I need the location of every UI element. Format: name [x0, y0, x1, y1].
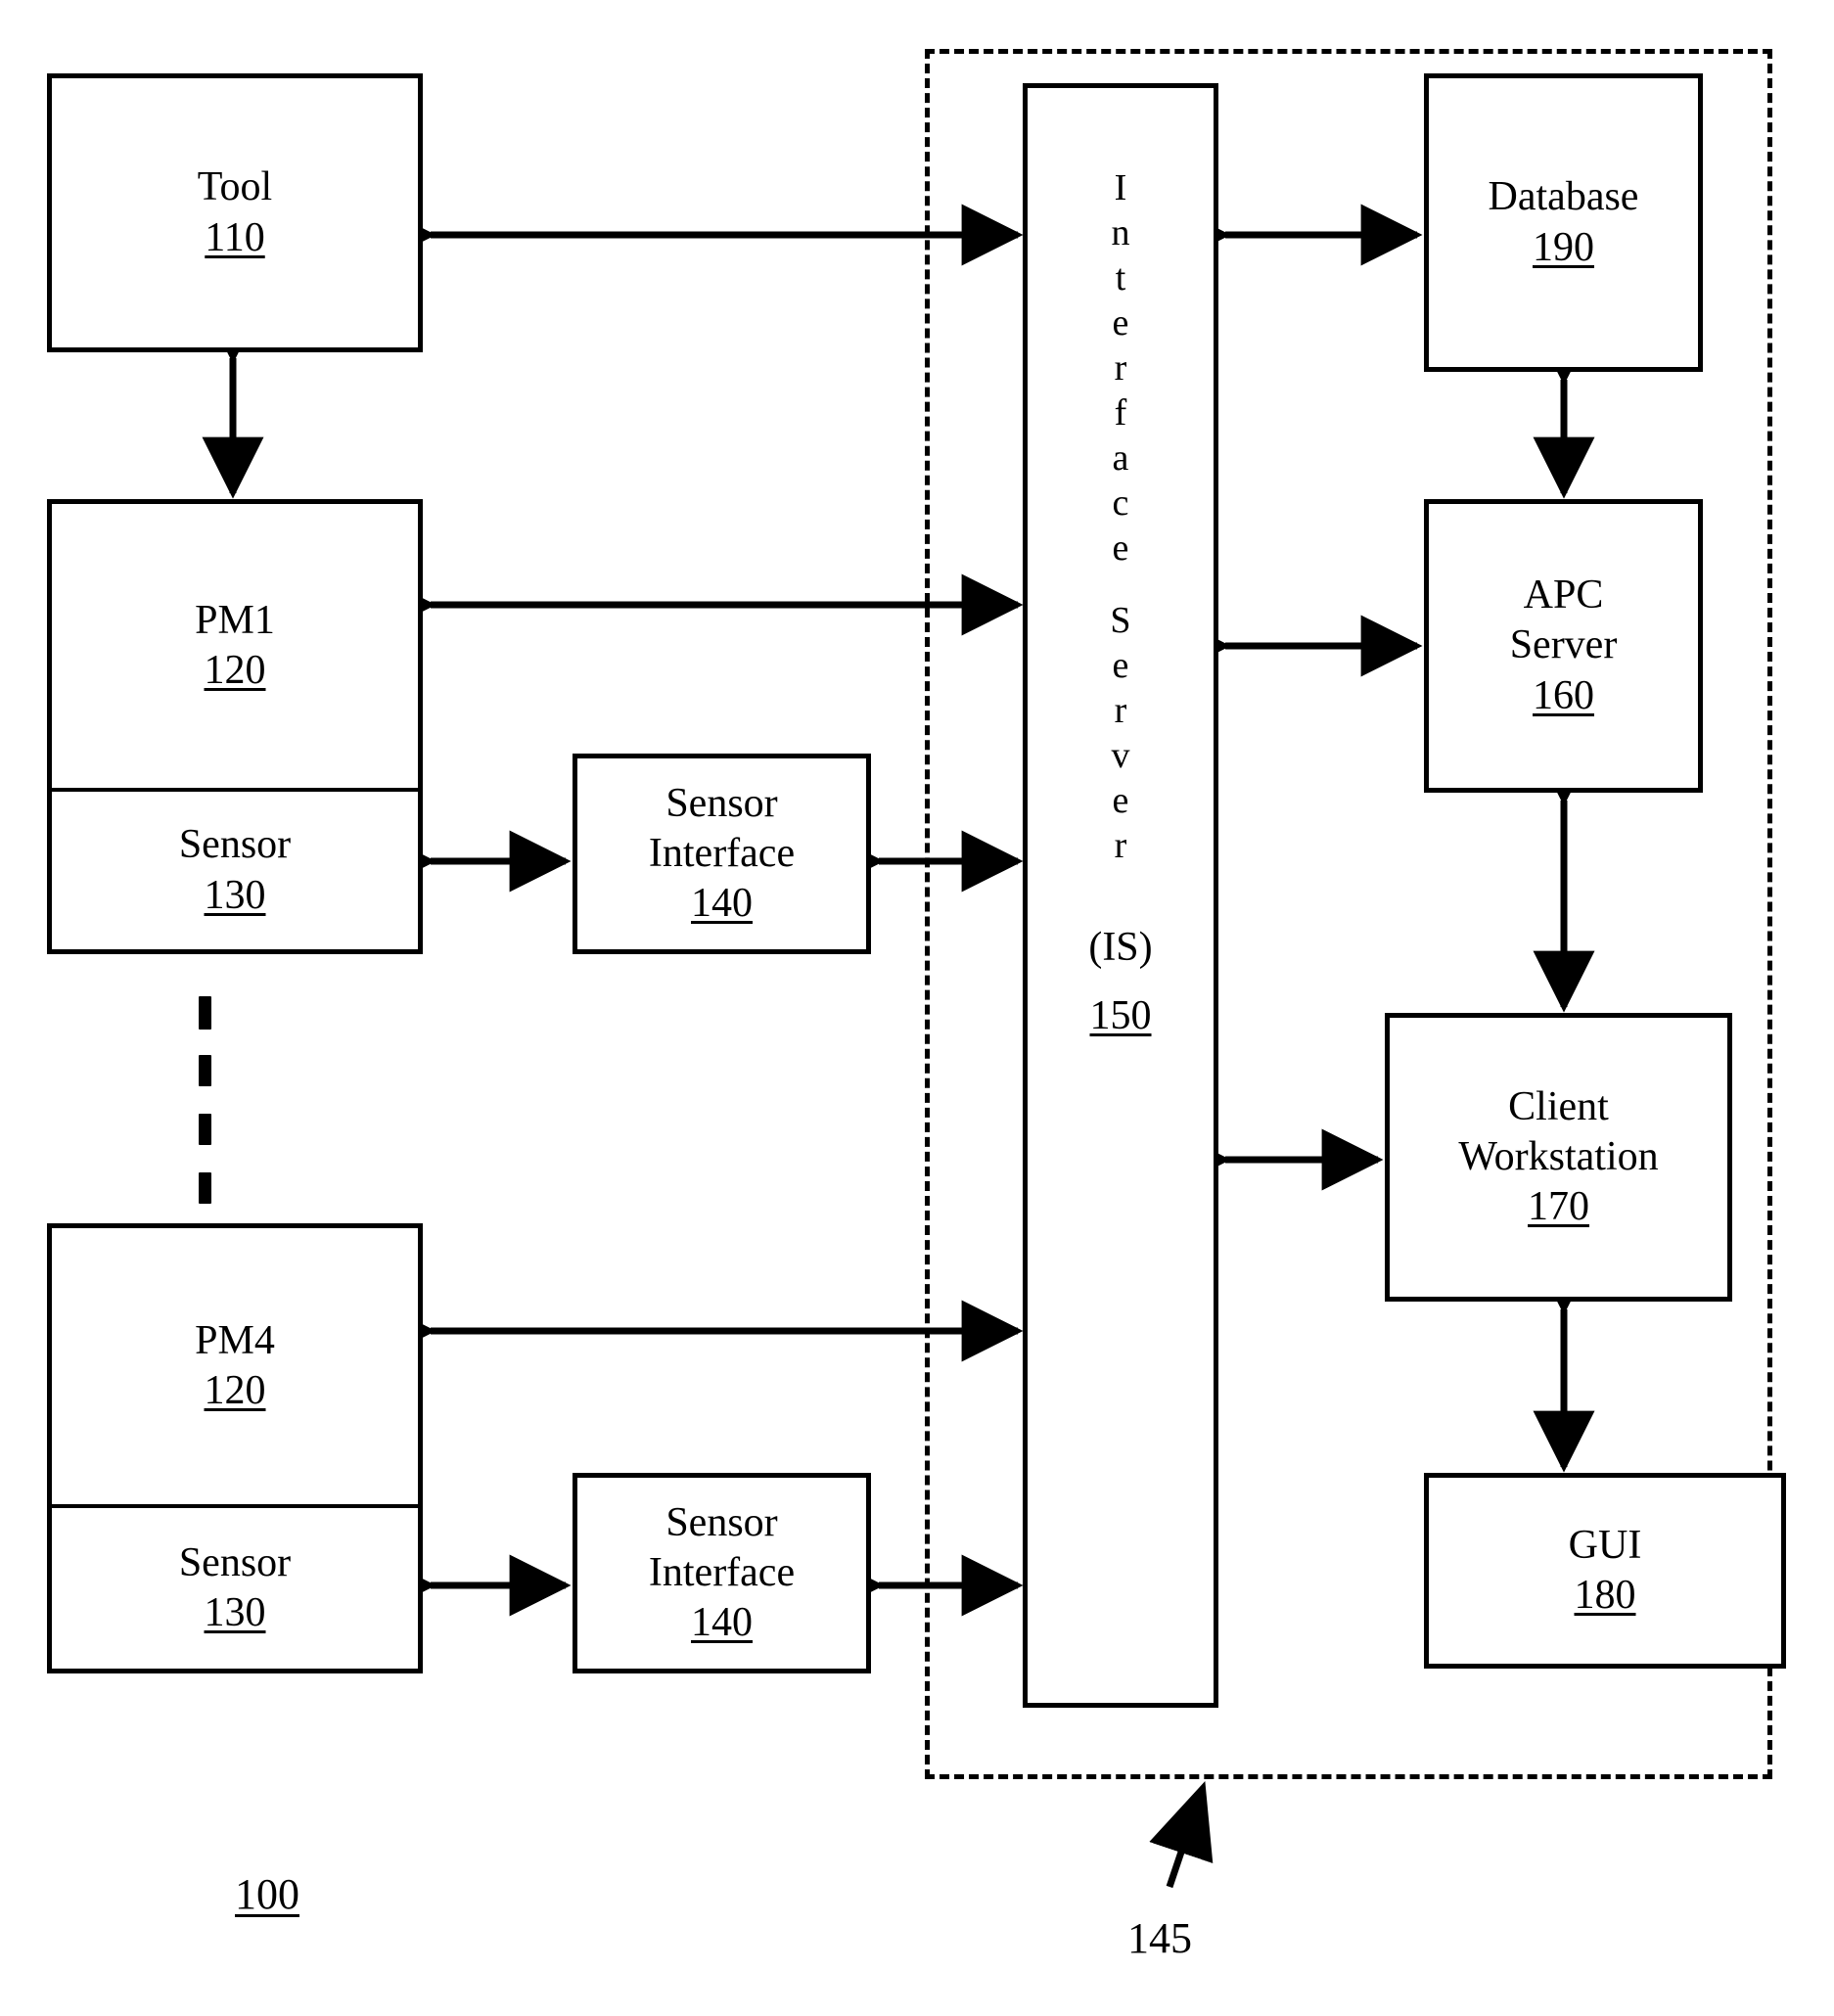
client-workstation-block[interactable]: Client Workstation 170: [1385, 1013, 1732, 1302]
database-ref: 190: [1533, 224, 1594, 270]
is-char-e3: e: [1112, 645, 1129, 686]
sensor-interface-1-line2: Interface: [648, 830, 796, 876]
client-workstation-line1: Client: [1508, 1083, 1609, 1129]
boundary-reference-label: 145: [1127, 1914, 1192, 1962]
sensor-interface-2-line2: Interface: [648, 1549, 796, 1595]
process-module-4-block[interactable]: PM4 120 Sensor 130: [47, 1223, 423, 1673]
tool-block[interactable]: Tool 110: [47, 73, 423, 352]
is-char-r3: r: [1114, 825, 1127, 866]
is-char-e: e: [1112, 302, 1129, 344]
client-workstation-line2: Workstation: [1458, 1133, 1659, 1179]
is-char-S: S: [1110, 600, 1131, 641]
is-char-c: c: [1112, 482, 1129, 524]
apc-server-line2: Server: [1509, 622, 1618, 668]
apc-server-ref: 160: [1533, 672, 1594, 718]
gui-ref: 180: [1574, 1573, 1636, 1618]
apc-server-line1: APC: [1523, 573, 1604, 619]
pm4-sensor-label: Sensor: [178, 1539, 292, 1585]
sensor-interface-1-line1: Sensor: [665, 780, 778, 826]
interface-server-block[interactable]: I n t e r f a c e S e r v e r (IS) 150: [1023, 83, 1218, 1708]
apc-server-block[interactable]: APC Server 160: [1424, 499, 1703, 793]
gui-label: GUI: [1568, 1522, 1642, 1568]
sensor-interface-2-ref: 140: [691, 1600, 753, 1646]
is-char-e4: e: [1112, 780, 1129, 821]
figure-canvas: Tool 110 PM1 120 Sensor 130 PM4 120 Sens…: [0, 0, 1834, 2016]
is-char-f: f: [1114, 392, 1127, 434]
is-char-r2: r: [1114, 690, 1127, 731]
pm4-ref: 120: [204, 1368, 266, 1413]
pm4-label: PM4: [195, 1317, 275, 1363]
leader-line-145: [1149, 1781, 1214, 1889]
is-char-r: r: [1114, 347, 1127, 389]
sensor-interface-2-block[interactable]: Sensor Interface 140: [573, 1473, 871, 1673]
pm1-section: PM1 120: [52, 504, 418, 788]
pm1-ref: 120: [204, 648, 266, 693]
sensor-interface-1-block[interactable]: Sensor Interface 140: [573, 754, 871, 954]
interface-server-vertical-title: I n t e r f a c e S e r v e r: [1110, 164, 1130, 867]
client-workstation-ref: 170: [1528, 1184, 1589, 1230]
database-label: Database: [1488, 174, 1639, 220]
is-char-n: n: [1111, 212, 1130, 253]
system-reference-label: 100: [235, 1870, 299, 1918]
gui-block[interactable]: GUI 180: [1424, 1473, 1786, 1669]
tool-label: Tool: [197, 164, 273, 210]
pm1-sensor-section: Sensor 130: [52, 792, 418, 949]
database-block[interactable]: Database 190: [1424, 73, 1703, 372]
process-module-continuation-ellipsis: [197, 996, 212, 1241]
pm1-sensor-label: Sensor: [178, 822, 292, 868]
pm1-sensor-ref: 130: [204, 872, 266, 918]
is-char-e2: e: [1112, 527, 1129, 569]
interface-server-abbreviation: (IS): [1088, 925, 1153, 970]
pm4-sensor-section: Sensor 130: [52, 1508, 418, 1669]
is-char-I: I: [1114, 167, 1127, 208]
sensor-interface-1-ref: 140: [691, 881, 753, 927]
sensor-interface-2-line1: Sensor: [665, 1499, 778, 1545]
pm1-label: PM1: [195, 597, 275, 643]
process-module-1-block[interactable]: PM1 120 Sensor 130: [47, 499, 423, 954]
is-char-a: a: [1112, 437, 1129, 479]
interface-server-ref: 150: [1089, 993, 1152, 1038]
is-char-v: v: [1111, 735, 1130, 776]
pm4-section: PM4 120: [52, 1228, 418, 1504]
is-char-t: t: [1115, 257, 1126, 298]
tool-ref: 110: [205, 214, 265, 260]
pm4-sensor-ref: 130: [204, 1590, 266, 1635]
